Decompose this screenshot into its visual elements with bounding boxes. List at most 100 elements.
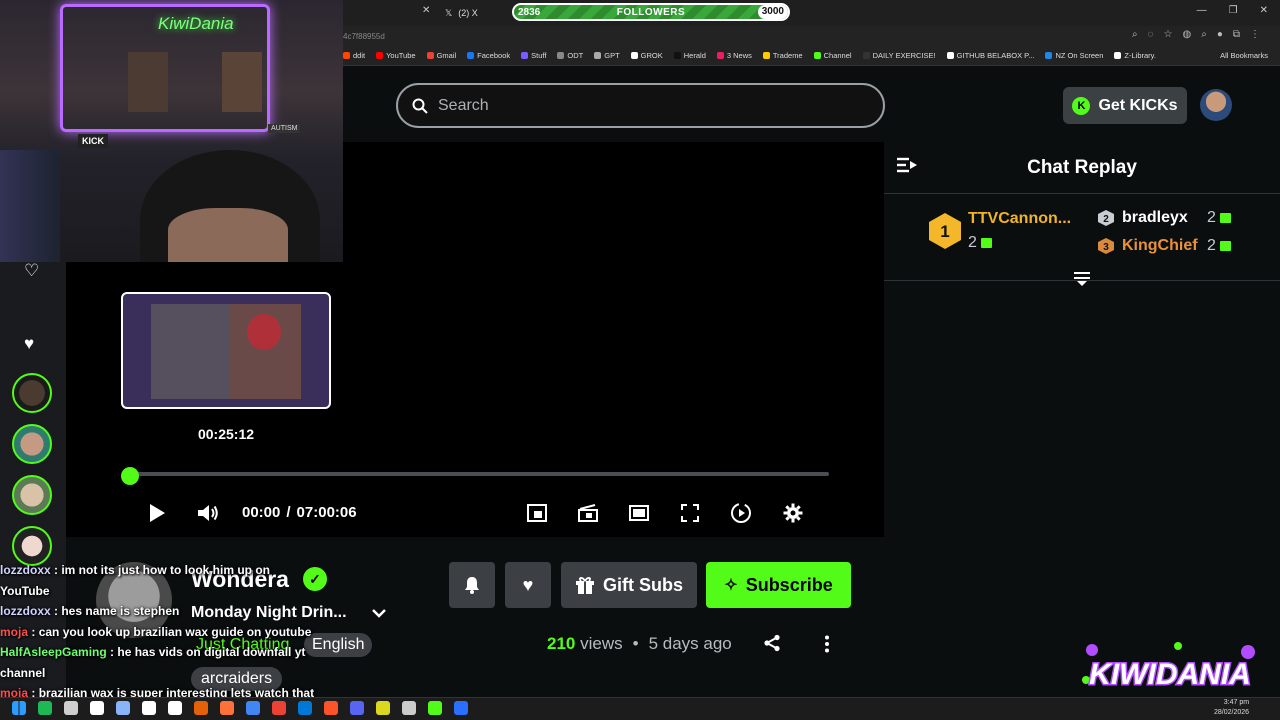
start-menu-icon[interactable] — [12, 701, 26, 715]
close-tab-icon[interactable]: ✕ — [422, 5, 430, 16]
time-display: 00:00 / 07:00:06 — [242, 504, 357, 521]
gifter-rank-3-badge: 3 — [1097, 237, 1115, 260]
followed-channel-avatar[interactable] — [12, 373, 52, 413]
followers-current: 2836 — [518, 6, 541, 18]
gifter-name[interactable]: KingChief — [1122, 237, 1198, 255]
browser-tab[interactable]: 𝕏 (2) X — [445, 4, 515, 22]
taskbar-app-icon[interactable] — [116, 701, 130, 715]
bookmark-item[interactable]: DAILY EXERCISE! — [862, 51, 936, 60]
restore-icon[interactable]: ❐ — [1229, 5, 1238, 16]
get-kicks-button[interactable]: K Get KICKs — [1063, 87, 1187, 124]
bookmark-favicon-icon — [557, 52, 565, 59]
chevron-down-icon[interactable] — [372, 605, 386, 621]
views-count: 210 — [547, 634, 576, 653]
taskbar-app-icon[interactable] — [220, 701, 234, 715]
all-bookmarks-link[interactable]: All Bookmarks — [1220, 51, 1268, 60]
volume-icon[interactable] — [196, 502, 220, 524]
following-heart-outline-icon[interactable]: ♡ — [24, 261, 39, 281]
taskbar-app-icon[interactable] — [142, 701, 156, 715]
subscribe-button[interactable]: ✧ Subscribe — [706, 562, 851, 608]
bookmark-item[interactable]: Facebook — [467, 51, 510, 60]
bookmark-favicon-icon — [594, 52, 602, 59]
taskbar-app-icon[interactable] — [64, 701, 78, 715]
bookmark-item[interactable]: GITHUB BELABOX P... — [946, 51, 1034, 60]
bookmark-item[interactable]: Stuff — [521, 51, 546, 60]
bookmark-item[interactable]: Herald — [673, 51, 706, 60]
autism-sign: AUTISM — [268, 124, 301, 133]
followed-channel-avatar[interactable] — [12, 424, 52, 464]
bookmark-item[interactable]: Gmail — [426, 51, 456, 60]
chat-username: lozzdoxx — [0, 563, 51, 577]
overlay-chat-message: lozzdoxx : hes name is stephen — [0, 601, 320, 622]
bookmark-favicon-icon — [946, 52, 954, 59]
followed-channel-avatar[interactable] — [12, 475, 52, 515]
star-icon[interactable]: ☆ — [1164, 29, 1173, 40]
gift-icon — [1219, 213, 1231, 223]
taskbar-app-icon[interactable] — [428, 701, 442, 715]
gift-subs-button[interactable]: Gift Subs — [561, 562, 697, 608]
taskbar-app-icon[interactable] — [168, 701, 182, 715]
menu-icon[interactable]: ⋮ — [1250, 29, 1260, 40]
x-logo-icon: 𝕏 — [445, 7, 453, 18]
miniplayer-icon[interactable] — [525, 502, 549, 524]
taskbar-app-icon[interactable] — [324, 701, 338, 715]
bookmark-item[interactable]: 3 News — [716, 51, 752, 60]
bookmarks-list: ddit YouTube Gmail Facebook Stuff ODT GPT GROK H… — [343, 51, 1156, 60]
seek-bar-handle[interactable] — [121, 467, 139, 485]
bookmark-item[interactable]: Z-Library. — [1114, 51, 1156, 60]
more-options-icon[interactable] — [821, 635, 833, 658]
bookmark-item[interactable]: GPT — [594, 51, 620, 60]
follow-button[interactable]: ♥ — [505, 562, 551, 608]
bookmark-item[interactable]: Trademe — [762, 51, 803, 60]
taskbar-app-icon[interactable] — [246, 701, 260, 715]
notifications-button[interactable] — [449, 562, 495, 608]
bookmark-favicon-icon — [762, 52, 770, 59]
share-icon[interactable] — [763, 634, 781, 657]
playback-speed-icon[interactable] — [729, 502, 753, 524]
taskbar — [0, 697, 1280, 720]
bookmark-item[interactable]: Channel — [813, 51, 852, 60]
bookmark-item[interactable]: NZ On Screen — [1045, 51, 1103, 60]
close-window-icon[interactable]: ✕ — [1260, 5, 1268, 16]
taskbar-app-icon[interactable] — [38, 701, 52, 715]
bookmark-favicon-icon — [716, 52, 724, 59]
bookmark-item[interactable]: ODT — [557, 51, 583, 60]
clip-icon[interactable] — [576, 502, 600, 524]
taskbar-app-icon[interactable] — [376, 701, 390, 715]
gifter-name[interactable]: TTVCannon... — [968, 210, 1071, 228]
views-label: views — [580, 634, 623, 653]
url-text[interactable]: 4c7f88955d — [343, 32, 385, 41]
gifter-count: 2 — [968, 234, 992, 252]
taskbar-app-icon[interactable] — [272, 701, 286, 715]
theater-mode-icon[interactable] — [627, 502, 651, 524]
svg-text:KIWIDANIA: KIWIDANIA — [1089, 658, 1251, 691]
settings-gear-icon[interactable] — [781, 502, 805, 524]
taskbar-app-icon[interactable] — [350, 701, 364, 715]
bookmark-item[interactable]: YouTube — [376, 51, 416, 60]
record-icon[interactable]: ● — [1217, 29, 1223, 40]
taskbar-app-icon[interactable] — [402, 701, 416, 715]
taskbar-app-icon[interactable] — [454, 701, 468, 715]
expand-gifters-icon[interactable] — [1072, 271, 1092, 292]
taskbar-app-icon[interactable] — [90, 701, 104, 715]
search-icon[interactable]: ⌕ — [1201, 29, 1207, 40]
bookmark-favicon-icon — [813, 52, 821, 59]
bookmark-item[interactable]: ddit — [343, 51, 365, 60]
zoom-icon[interactable]: ⌕ — [1132, 29, 1138, 40]
minimize-icon[interactable]: — — [1197, 5, 1207, 16]
bookmark-item[interactable]: GROK — [630, 51, 663, 60]
search-input[interactable]: Search — [396, 83, 885, 128]
seek-bar[interactable] — [130, 472, 829, 476]
puzzle-icon[interactable]: ⧉ — [1233, 29, 1240, 40]
eye-off-icon[interactable]: ◌ — [1148, 29, 1154, 40]
extension-icon[interactable]: ◍ — [1182, 29, 1191, 40]
user-avatar[interactable] — [1200, 89, 1232, 121]
search-placeholder: Search — [438, 96, 489, 114]
chat-username: moja — [0, 624, 29, 639]
gifter-name[interactable]: bradleyx — [1122, 209, 1188, 227]
taskbar-app-icon[interactable] — [298, 701, 312, 715]
play-icon[interactable] — [145, 502, 169, 524]
following-heart-icon[interactable]: ♥ — [24, 334, 34, 354]
fullscreen-icon[interactable] — [678, 502, 702, 524]
taskbar-app-icon[interactable] — [194, 701, 208, 715]
